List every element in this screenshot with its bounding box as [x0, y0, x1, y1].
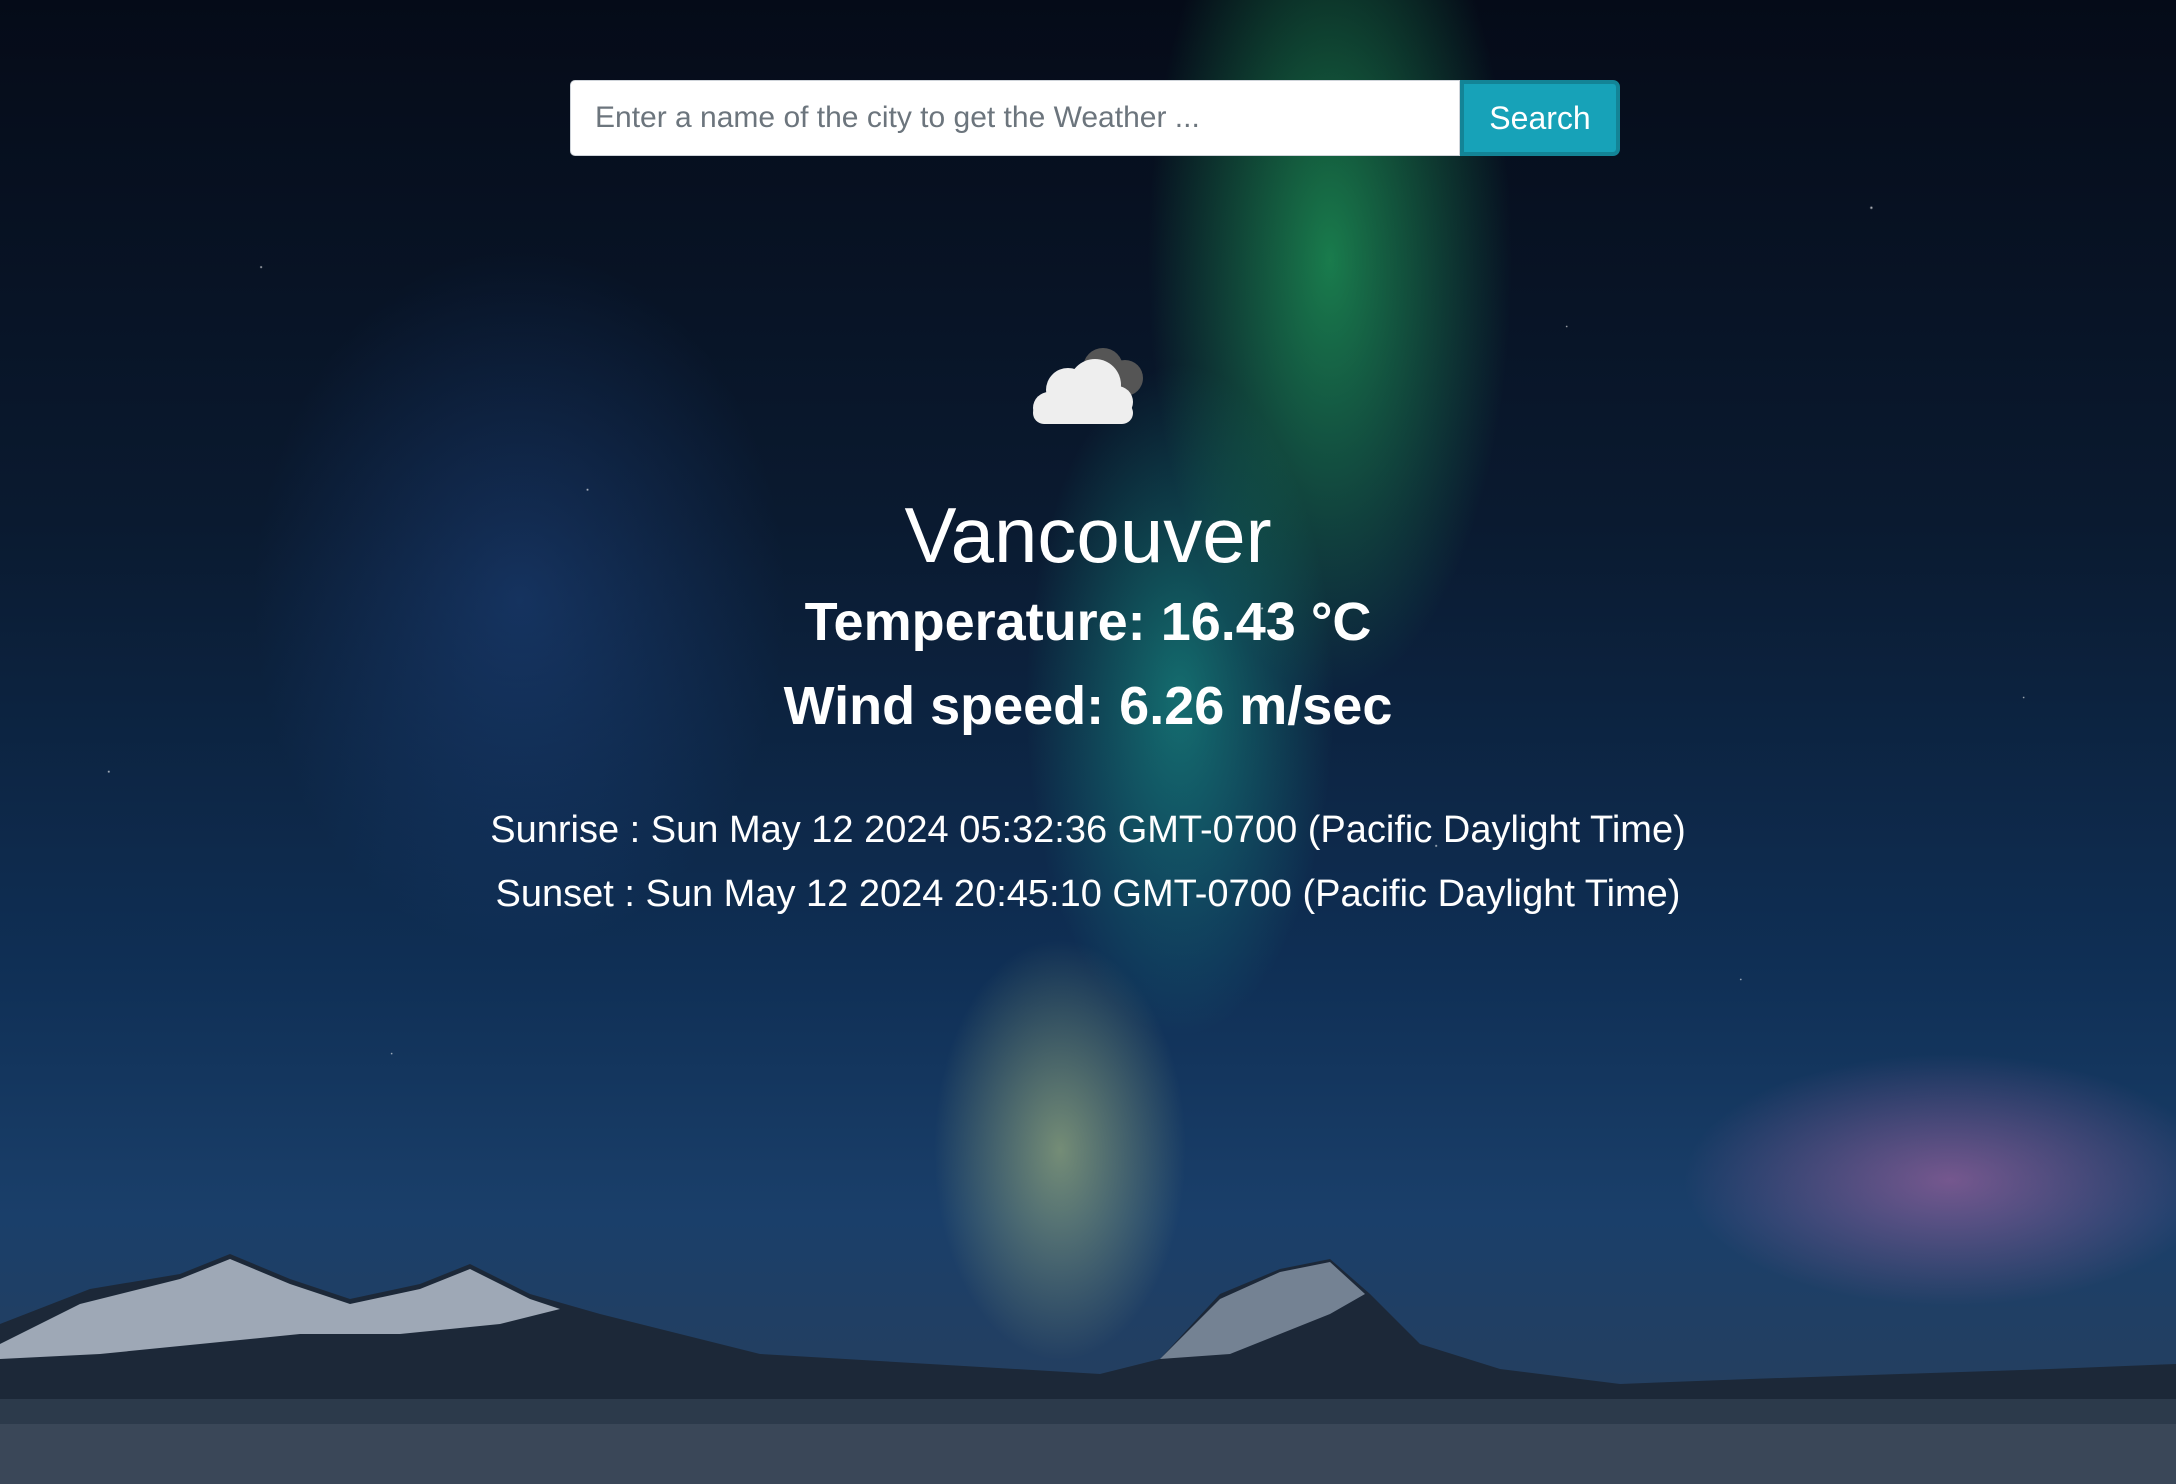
cloudy-night-icon: [1033, 348, 1143, 424]
wind-speed-value: 6.26 m/sec: [1119, 676, 1393, 736]
search-button[interactable]: Search: [1460, 80, 1620, 156]
temperature-label: Temperature:: [804, 592, 1146, 652]
sunset-label: Sunset :: [495, 873, 635, 915]
city-search-input[interactable]: [570, 80, 1460, 156]
sunset-line: Sunset : Sun May 12 2024 20:45:10 GMT-07…: [0, 862, 2176, 926]
weather-app: Search Vancouver Temperature: 16.43 °C W…: [0, 0, 2176, 1484]
wind-speed-label: Wind speed:: [783, 676, 1105, 736]
temperature-line: Temperature: 16.43 °C: [0, 580, 2176, 664]
sunrise-label: Sunrise :: [490, 809, 641, 851]
sunset-value: Sun May 12 2024 20:45:10 GMT-0700 (Pacif…: [645, 873, 1681, 915]
search-bar: Search: [570, 80, 1620, 156]
sun-times: Sunrise : Sun May 12 2024 05:32:36 GMT-0…: [0, 798, 2176, 926]
temperature-value: 16.43 °C: [1160, 592, 1372, 652]
mountain-landscape-background: [0, 1254, 2176, 1484]
sunrise-value: Sun May 12 2024 05:32:36 GMT-0700 (Pacif…: [650, 809, 1686, 851]
weather-panel: Vancouver Temperature: 16.43 °C Wind spe…: [0, 330, 2176, 926]
sunrise-line: Sunrise : Sun May 12 2024 05:32:36 GMT-0…: [0, 798, 2176, 862]
city-name: Vancouver: [904, 491, 1272, 579]
wind-speed-line: Wind speed: 6.26 m/sec: [0, 664, 2176, 748]
